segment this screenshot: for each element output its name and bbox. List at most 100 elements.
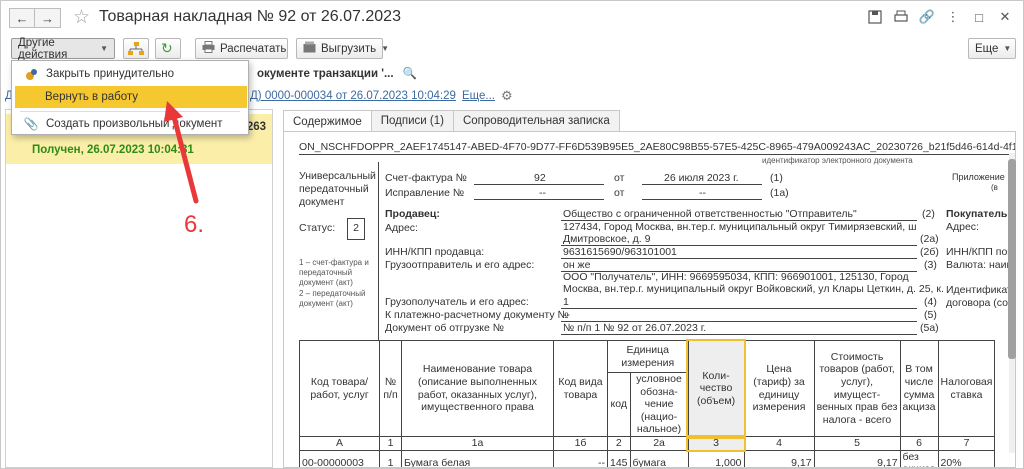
divider	[561, 258, 917, 259]
window-controls: 🔗 ⋮ □ ✕	[867, 9, 1013, 25]
file-id: ON_NSCHFDOPPR_2AEF1745147-ABED-4F70-9D77…	[299, 141, 1016, 153]
index-cell: 1б	[553, 436, 608, 451]
shipper-label: Грузоотправитель и его адрес:	[385, 259, 535, 271]
tab-cover-note[interactable]: Сопроводительная записка	[452, 110, 620, 131]
seller-value: Общество с ограниченной ответственностью…	[563, 208, 857, 220]
buyer-address-label: Адрес:	[946, 221, 979, 233]
cell-name: Бумага белая	[401, 449, 554, 467]
contract-label: договора (сог	[946, 297, 1012, 309]
link-icon[interactable]: 🔗	[919, 9, 935, 25]
index-cell: 2	[607, 436, 631, 451]
currency-label: Валюта: наим	[946, 259, 1014, 271]
index-cell: 3	[686, 434, 747, 453]
header-tax: Налоговая ставка	[937, 340, 996, 437]
divider	[474, 184, 604, 185]
upd-title: Универсальный передаточный документ	[299, 170, 376, 209]
buyer-inn-label: ИНН/КПП пок	[946, 246, 1012, 258]
search-icon[interactable]: 🔍	[403, 68, 417, 80]
annotation-arrow	[164, 101, 199, 204]
close-icon[interactable]: ✕	[997, 9, 1013, 25]
export-icon	[303, 41, 316, 56]
cell-unit-name: бумага	[629, 449, 689, 467]
address-label: Адрес:	[385, 222, 418, 234]
cell-quantity: 1,000	[687, 449, 745, 467]
invoice-number: 92	[534, 172, 546, 184]
more-label: Еще	[975, 42, 999, 55]
tab-content[interactable]: Содержимое	[283, 110, 372, 132]
correction-number: --	[539, 187, 546, 199]
seller-ref: (2)	[922, 208, 935, 220]
cell-unit-code: 145	[607, 449, 631, 467]
consignee-number: 1	[563, 296, 569, 308]
index-cell: 2а	[629, 436, 689, 451]
transaction-info: окументе транзакции '... 🔍	[257, 66, 417, 80]
inn-value: 9631615690/963101001	[563, 246, 677, 258]
cell-price: 9,17	[743, 449, 815, 467]
header-kind: Код вида товара	[553, 340, 608, 437]
save-icon[interactable]	[867, 9, 883, 25]
cell-cost: 9,17	[813, 449, 901, 467]
from-word: от	[614, 172, 625, 184]
inn-label: ИНН/КПП продавца:	[385, 246, 485, 258]
inn-ref: (2б)	[920, 246, 939, 258]
gear-icon[interactable]: ⚙	[501, 88, 513, 104]
more-button[interactable]: Еще ▼	[968, 38, 1016, 59]
scroll-thumb[interactable]	[1008, 159, 1016, 359]
consignee-line-1: ООО "Получатель", ИНН: 9669595034, КПП: …	[563, 271, 909, 283]
consignee-label: Грузополучатель и его адрес:	[385, 296, 529, 308]
tab-signatures[interactable]: Подписи (1)	[370, 110, 454, 131]
vertical-scrollbar[interactable]	[1007, 153, 1017, 453]
cell-code: 00-00000003	[299, 449, 380, 467]
table-row: 00-00000003 1 Бумага белая -- 145 бумага…	[299, 449, 996, 467]
header-num: № п/п	[379, 340, 402, 437]
seller-label: Продавец:	[385, 208, 440, 220]
export-button[interactable]: Выгрузить ▼	[296, 38, 389, 59]
correction-from: от	[614, 187, 625, 199]
more-vertical-icon[interactable]: ⋮	[945, 9, 961, 25]
divider	[474, 199, 604, 200]
tab-bar: Содержимое Подписи (1) Сопроводительная …	[283, 110, 620, 132]
identifier-label: Идентификат	[946, 284, 1012, 296]
cell-kind: --	[553, 449, 608, 467]
invoice-ref: (1)	[770, 172, 783, 184]
correction-date: --	[699, 187, 706, 199]
divider	[642, 199, 762, 200]
divider	[642, 184, 762, 185]
correction-ref: (1а)	[770, 187, 789, 199]
payment-label: К платежно-расчетному документу №	[385, 309, 569, 321]
header-code: Код товара/ работ, услуг	[299, 340, 380, 437]
header-cost: Стоимость товаров (работ, услуг), имущес…	[813, 340, 901, 437]
export-label: Выгрузить	[321, 42, 377, 55]
document-link[interactable]: Д) 0000-000034 от 26.07.2023 10:04:29	[250, 90, 456, 102]
invoice-label: Счет-фактура №	[385, 172, 467, 184]
step-number: 6.	[184, 211, 205, 238]
status-value: 2	[347, 218, 365, 240]
payment-value: --	[563, 309, 570, 321]
address-line-1: 127434, Город Москва, вн.тер.г. муниципа…	[563, 221, 917, 233]
chevron-down-icon: ▼	[1003, 44, 1012, 53]
more-link[interactable]: Еще...	[462, 90, 495, 102]
divider	[299, 154, 1014, 155]
header-name: Наименование товара (описание выполненны…	[401, 340, 554, 437]
payment-ref: (5)	[924, 309, 937, 321]
print-icon[interactable]	[893, 9, 909, 25]
index-cell: 6	[899, 436, 939, 451]
address-line-2: Дмитровское, д. 9	[563, 233, 651, 245]
status-note-2: 2 – передаточный документ (акт)	[299, 289, 366, 308]
cell-num: 1	[379, 449, 402, 467]
index-cell: А	[299, 436, 380, 451]
transaction-text: окументе транзакции '...	[257, 68, 394, 80]
shipment-ref: (5а)	[920, 322, 939, 334]
index-cell: 1а	[401, 436, 554, 451]
appendix-sub: (в	[991, 183, 998, 192]
index-cell: 7	[937, 436, 996, 451]
header-excise: В том числе сумма акциза	[899, 340, 939, 437]
status-label: Статус:	[299, 222, 336, 234]
header-unit-code: код	[607, 372, 631, 437]
consignee-line-2: Москва, вн.тер.г. муниципальный округ Во…	[563, 283, 944, 295]
invoice-date: 26 июля 2023 г.	[664, 172, 739, 184]
header-unit-name: условное обозна-чение (нацио-нальное)	[629, 372, 689, 437]
window-frame: ← → ☆ Товарная накладная № 92 от 26.07.2…	[0, 0, 1024, 469]
cell-tax: 20%	[937, 449, 996, 467]
maximize-icon[interactable]: □	[971, 9, 987, 25]
